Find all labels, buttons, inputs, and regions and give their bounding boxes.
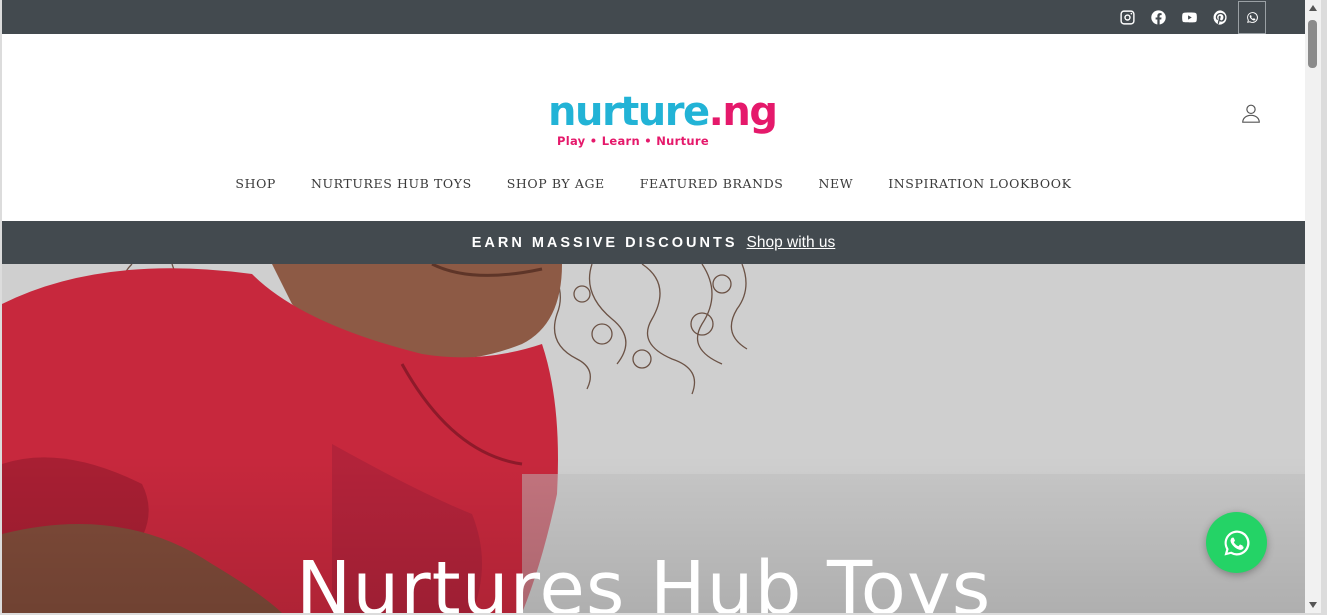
site-logo[interactable]: nurture.ng Play • Learn • Nurture [548,89,778,152]
site-header: nurture.ng Play • Learn • Nurture SHOP N… [2,34,1305,221]
nav-item-new[interactable]: NEW [801,176,871,191]
announcement-link[interactable]: Shop with us [747,234,836,252]
whatsapp-chat-icon [1224,529,1250,555]
hero-banner[interactable]: Nurtures Hub Toys [2,264,1305,613]
announcement-text: EARN MASSIVE DISCOUNTS [471,234,738,251]
announcement-bar: EARN MASSIVE DISCOUNTS Shop with us [2,221,1305,264]
nav-item-featured-brands[interactable]: FEATURED BRANDS [622,176,801,191]
facebook-icon[interactable] [1143,0,1174,34]
whatsapp-icon[interactable] [1238,0,1266,34]
scroll-thumb[interactable] [1308,20,1317,68]
pinterest-icon[interactable] [1205,0,1236,34]
hero-title: Nurtures Hub Toys [296,546,992,613]
nav-item-shop-by-age[interactable]: SHOP BY AGE [489,176,622,191]
logo-tagline: Play • Learn • Nurture [557,134,709,148]
scroll-up-arrow[interactable] [1309,5,1317,11]
whatsapp-chat-button[interactable] [1206,512,1267,573]
instagram-icon[interactable] [1112,0,1143,34]
account-icon[interactable] [1240,102,1262,124]
scroll-down-arrow[interactable] [1309,602,1317,608]
nav-item-nurtures-hub-toys[interactable]: NURTURES HUB TOYS [293,176,489,191]
youtube-icon[interactable] [1174,0,1205,34]
main-nav: SHOP NURTURES HUB TOYS SHOP BY AGE FEATU… [2,176,1305,191]
social-bar [2,0,1305,34]
social-links [1112,0,1266,34]
nav-item-shop[interactable]: SHOP [218,176,294,191]
page-scrollbar[interactable] [1305,0,1321,613]
nav-item-inspiration-lookbook[interactable]: INSPIRATION LOOKBOOK [871,176,1089,191]
logo-wordmark: nurture.ng [548,89,778,135]
page: nurture.ng Play • Learn • Nurture SHOP N… [2,0,1305,613]
